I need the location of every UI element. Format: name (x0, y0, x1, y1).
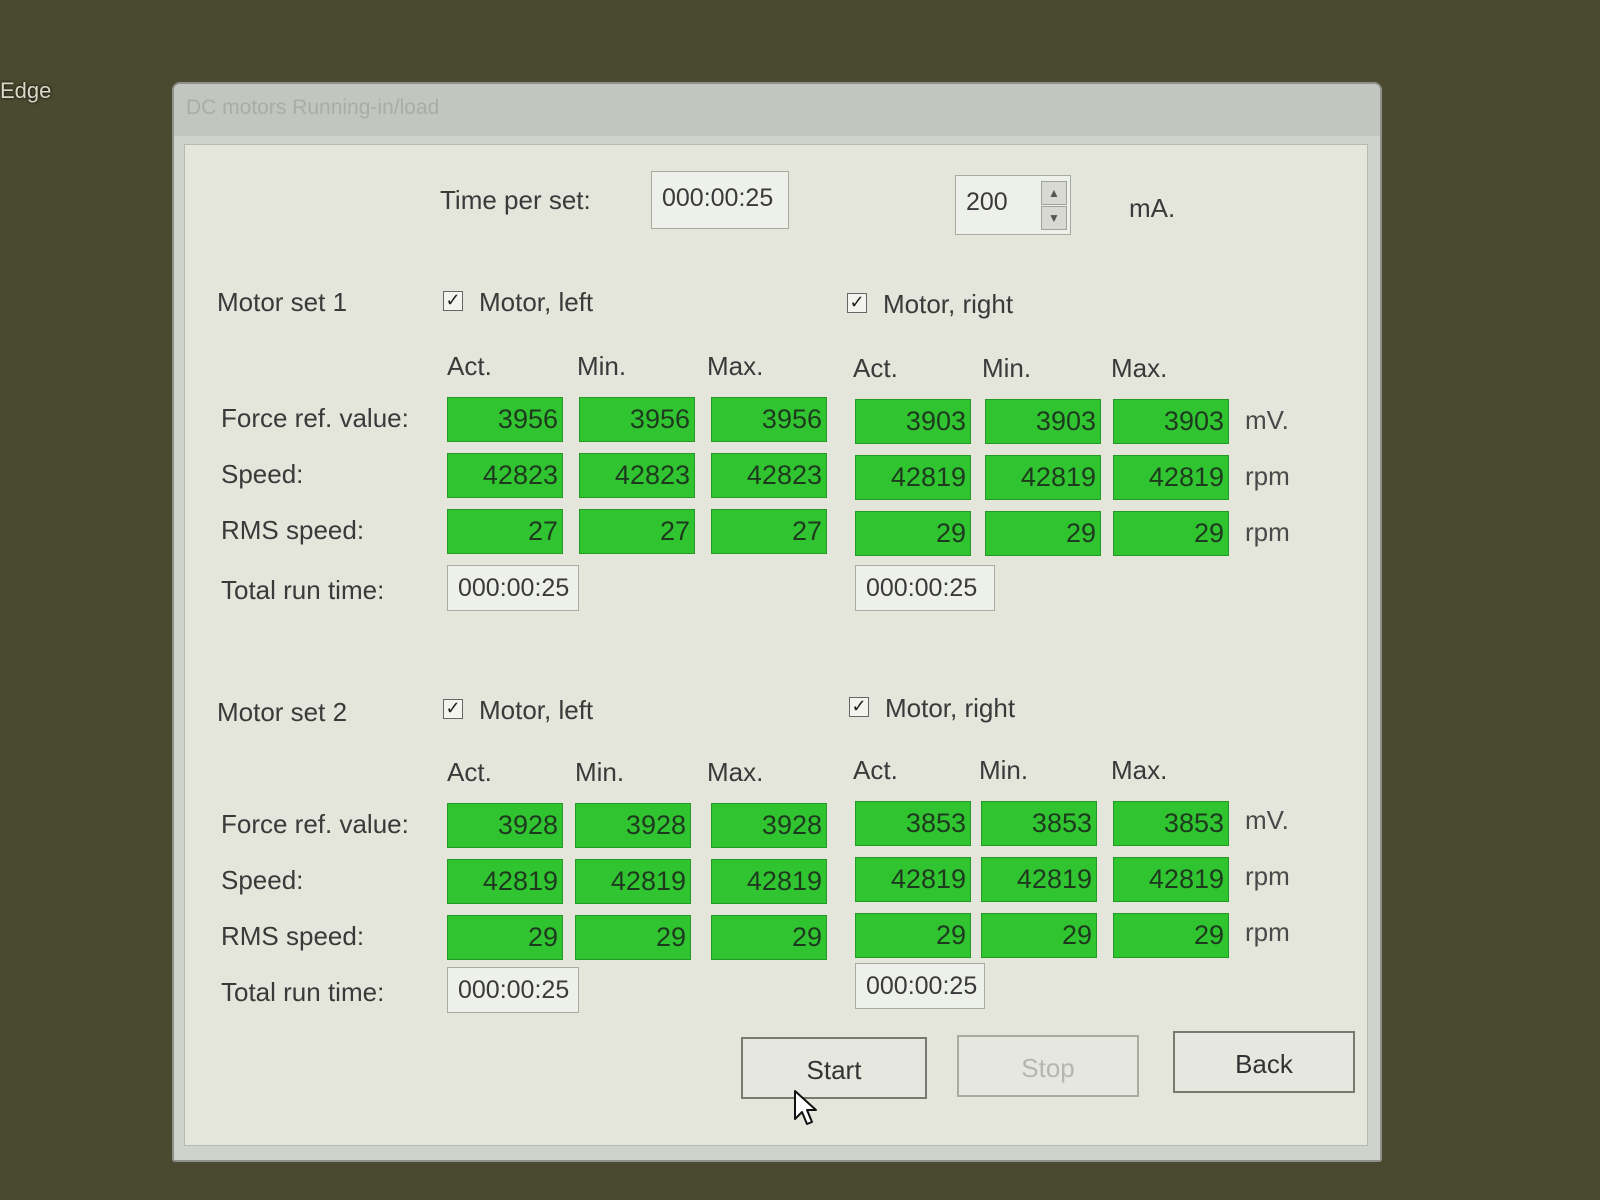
total-run-time-field: 000:00:25 (855, 963, 985, 1009)
motor-set-2-right-label: Motor, right (885, 693, 1016, 723)
rms-speed-label: RMS speed: (221, 515, 365, 545)
title-bar[interactable]: DC motors Running-in/load (174, 84, 1380, 136)
total-run-time-field: 000:00:25 (447, 967, 579, 1013)
motor-set-1-left-label: Motor, left (479, 287, 594, 317)
value-cell: 29 (711, 915, 827, 960)
rms-unit-label: rpm (1245, 517, 1290, 547)
motor-set-2-right-checkbox[interactable]: ✓ (849, 697, 869, 717)
motor-set-2-label: Motor set 2 (217, 697, 348, 727)
col-header-act: Act. (447, 757, 492, 787)
time-per-set-input[interactable]: 000:00:25 (651, 171, 789, 229)
value-cell: 27 (711, 509, 827, 554)
current-value: 200 (966, 188, 1008, 216)
col-header-max: Max. (707, 757, 764, 787)
col-header-max: Max. (1111, 755, 1168, 785)
total-run-time-field: 000:00:25 (447, 565, 579, 611)
value-cell: 27 (447, 509, 563, 554)
spin-down-arrow-icon[interactable]: ▼ (1041, 206, 1067, 230)
motor-set-2-left-checkbox[interactable]: ✓ (443, 699, 463, 719)
speed-label: Speed: (221, 459, 304, 489)
value-cell: 42819 (855, 455, 971, 500)
value-cell: 3928 (575, 803, 691, 848)
value-cell: 29 (575, 915, 691, 960)
motor-set-1-left-checkbox[interactable]: ✓ (443, 291, 463, 311)
value-cell: 42819 (447, 859, 563, 904)
value-cell: 42819 (1113, 455, 1229, 500)
value-cell: 3956 (711, 397, 827, 442)
stop-button[interactable]: Stop (957, 1035, 1139, 1097)
total-run-time-label: Total run time: (221, 575, 385, 605)
motor-set-1-right-checkbox[interactable]: ✓ (847, 293, 867, 313)
speed-label: Speed: (221, 865, 304, 895)
value-cell: 42819 (985, 455, 1101, 500)
motor-set-1-label: Motor set 1 (217, 287, 348, 317)
value-cell: 3903 (985, 399, 1101, 444)
motor-set-2-left-label: Motor, left (479, 695, 594, 725)
col-header-min: Min. (575, 757, 625, 787)
value-cell: 3903 (1113, 399, 1229, 444)
force-ref-label: Force ref. value: (221, 809, 409, 839)
time-per-set-label: Time per set: (440, 185, 591, 215)
value-cell: 3928 (711, 803, 827, 848)
col-header-min: Min. (979, 755, 1029, 785)
value-cell: 3956 (579, 397, 695, 442)
col-header-act: Act. (447, 351, 492, 381)
start-button[interactable]: Start (741, 1037, 927, 1099)
value-cell: 42819 (981, 857, 1097, 902)
value-cell: 29 (855, 913, 971, 958)
value-cell: 42819 (711, 859, 827, 904)
force-ref-label: Force ref. value: (221, 403, 409, 433)
value-cell: 3853 (855, 801, 971, 846)
back-button[interactable]: Back (1173, 1031, 1355, 1093)
value-cell: 3853 (1113, 801, 1229, 846)
value-cell: 29 (985, 511, 1101, 556)
speed-unit-label: rpm (1245, 461, 1290, 491)
value-cell: 29 (1113, 913, 1229, 958)
value-cell: 29 (981, 913, 1097, 958)
current-unit-label: mA. (1129, 193, 1176, 223)
force-unit-label: mV. (1245, 805, 1289, 835)
value-cell: 3928 (447, 803, 563, 848)
force-unit-label: mV. (1245, 405, 1289, 435)
value-cell: 42819 (855, 857, 971, 902)
value-cell: 42823 (579, 453, 695, 498)
total-run-time-field: 000:00:25 (855, 565, 995, 611)
value-cell: 42819 (575, 859, 691, 904)
value-cell: 29 (447, 915, 563, 960)
col-header-act: Act. (853, 353, 898, 383)
speed-unit-label: rpm (1245, 861, 1290, 891)
total-run-time-label: Total run time: (221, 977, 385, 1007)
window-title: DC motors Running-in/load (186, 96, 440, 119)
value-cell: 27 (579, 509, 695, 554)
motor-set-1-right-label: Motor, right (883, 289, 1014, 319)
desktop-icon-label[interactable]: Edge (0, 78, 51, 104)
rms-speed-label: RMS speed: (221, 921, 365, 951)
dialog-client-area: Time per set: 000:00:25 200 ▲ ▼ mA. Moto… (184, 144, 1368, 1146)
value-cell: 3853 (981, 801, 1097, 846)
rms-unit-label: rpm (1245, 917, 1290, 947)
dialog-window: DC motors Running-in/load Time per set: … (172, 82, 1382, 1162)
value-cell: 42819 (1113, 857, 1229, 902)
value-cell: 3903 (855, 399, 971, 444)
col-header-min: Min. (577, 351, 627, 381)
value-cell: 3956 (447, 397, 563, 442)
spin-up-arrow-icon[interactable]: ▲ (1041, 181, 1067, 205)
col-header-min: Min. (982, 353, 1032, 383)
col-header-max: Max. (1111, 353, 1168, 383)
col-header-act: Act. (853, 755, 898, 785)
mouse-cursor-icon (794, 1090, 817, 1125)
value-cell: 29 (855, 511, 971, 556)
col-header-max: Max. (707, 351, 764, 381)
value-cell: 42823 (447, 453, 563, 498)
value-cell: 29 (1113, 511, 1229, 556)
value-cell: 42823 (711, 453, 827, 498)
